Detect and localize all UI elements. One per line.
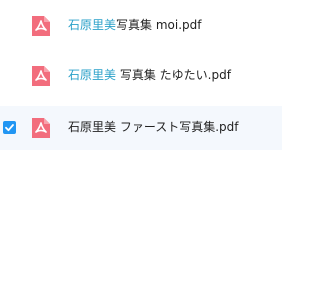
file-name-rest: 石原里美 ファースト写真集.pdf — [68, 120, 239, 134]
search-match-highlight: 石原里美 — [68, 68, 117, 82]
pdf-icon — [32, 16, 50, 36]
file-name: 石原里美 ファースト写真集.pdf — [68, 119, 239, 135]
file-list: 石原里美写真集 moi.pdf 石原里美 写真集 たゆたい.pdf 石原里美 フ… — [0, 0, 282, 289]
pdf-icon — [32, 66, 50, 86]
file-name: 石原里美 写真集 たゆたい.pdf — [68, 67, 231, 83]
checkmark-icon — [5, 124, 14, 132]
file-name-rest: 写真集 moi.pdf — [116, 18, 202, 32]
file-name-rest: 写真集 たゆたい.pdf — [116, 68, 231, 82]
pdf-icon — [32, 118, 50, 138]
selection-checkbox[interactable] — [3, 121, 16, 134]
file-row[interactable]: 石原里美 写真集 たゆたい.pdf — [0, 54, 282, 98]
search-match-highlight: 石原里美 — [68, 18, 117, 32]
file-name: 石原里美写真集 moi.pdf — [68, 17, 201, 33]
file-row-selected[interactable]: 石原里美 ファースト写真集.pdf — [0, 106, 282, 150]
file-row[interactable]: 石原里美写真集 moi.pdf — [0, 4, 282, 48]
